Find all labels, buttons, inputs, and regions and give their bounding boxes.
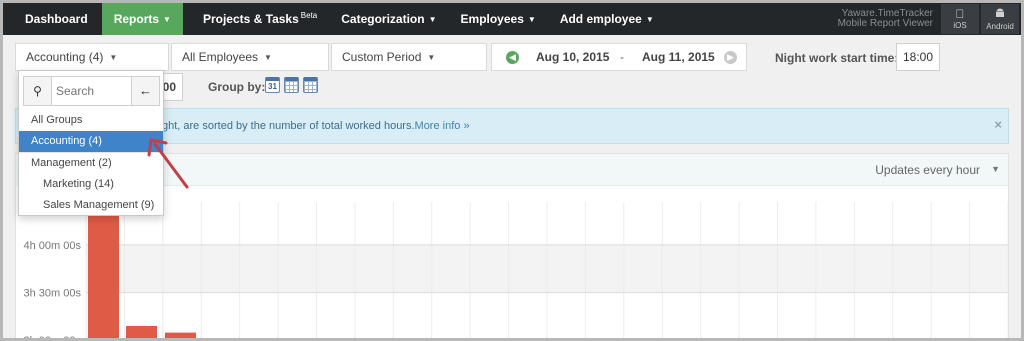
nav-projects-tasks[interactable]: Projects & Tasks Beta <box>183 3 329 35</box>
y-tick-label: 3h 00m 00s <box>24 335 82 341</box>
nav-reports-label: Reports <box>113 12 160 26</box>
next-date-icon[interactable]: ▶ <box>724 51 737 64</box>
calendar-day-icon[interactable]: 31 <box>265 77 280 93</box>
beta-badge: Beta <box>300 10 318 20</box>
group-item-sales-management[interactable]: Sales Management (9) <box>19 195 163 216</box>
night-work-label: Night work start time: <box>775 51 899 65</box>
nav-categorization-label: Categorization <box>341 12 425 26</box>
prev-date-icon[interactable]: ◀ <box>506 51 519 64</box>
group-item-accounting[interactable]: Accounting (4) <box>19 131 163 152</box>
nav-projects-label: Projects & Tasks <box>202 12 299 26</box>
employee-select-value: All Employees <box>182 50 259 64</box>
chevron-down-icon[interactable]: ▼ <box>991 164 1000 174</box>
nav-employees[interactable]: Employees ▼ <box>449 3 548 35</box>
date-to[interactable]: Aug 11, 2015 <box>642 50 715 64</box>
info-message: ght, are sorted by the number of total w… <box>162 120 415 132</box>
ios-label: iOS <box>953 14 967 30</box>
chevron-down-icon: ▼ <box>527 14 536 24</box>
nav-add-employee-label: Add employee <box>559 12 642 26</box>
night-work-time-input[interactable]: 18:00 <box>896 43 940 71</box>
y-tick-label: 3h 30m 00s <box>24 288 82 300</box>
y-tick-label: 4h 00m 00s <box>24 240 82 252</box>
annotation-arrow <box>147 138 189 189</box>
info-text: ght, are sorted by the number of total w… <box>162 120 470 132</box>
chart-bar[interactable] <box>126 325 157 341</box>
apple-icon:  <box>956 8 965 21</box>
group-select[interactable]: Accounting (4) ▼ <box>15 43 169 71</box>
mobile-viewer-text: Yaware.TimeTracker Mobile Report Viewer <box>838 9 933 29</box>
ios-app-button[interactable]:  iOS <box>941 4 979 34</box>
caret-down-icon: ▼ <box>109 52 118 62</box>
period-select[interactable]: Custom Period ▼ <box>331 43 487 71</box>
group-search-box: ⚲ ← <box>23 76 160 106</box>
search-icon[interactable]: ⚲ <box>24 77 52 105</box>
app-frame: Dashboard Reports ▼ Projects & Tasks Bet… <box>0 0 1024 341</box>
date-separator: - <box>620 50 624 64</box>
employee-select[interactable]: All Employees ▼ <box>171 43 329 71</box>
top-navigation: Dashboard Reports ▼ Projects & Tasks Bet… <box>3 3 1021 35</box>
calendar-week-icon[interactable] <box>284 77 299 93</box>
nav-dashboard[interactable]: Dashboard <box>3 3 102 35</box>
worked-hours-chart: 4h 00m 00s 3h 30m 00s 3h 00m 00s <box>24 202 1008 341</box>
chevron-down-icon: ▼ <box>428 14 437 24</box>
group-item-management[interactable]: Management (2) <box>19 153 163 174</box>
chart-bar[interactable] <box>165 332 196 341</box>
chevron-down-icon: ▼ <box>163 14 171 24</box>
chevron-down-icon: ▼ <box>645 14 654 24</box>
nav-categorization[interactable]: Categorization ▼ <box>329 3 448 35</box>
period-select-value: Custom Period <box>342 50 422 64</box>
android-app-button[interactable]: Android <box>981 4 1019 34</box>
group-select-value: Accounting (4) <box>26 50 104 64</box>
date-range-picker: ◀ Aug 10, 2015 - Aug 11, 2015 ▶ <box>491 43 747 71</box>
chart-bar[interactable] <box>88 206 119 341</box>
group-item-all[interactable]: All Groups <box>19 110 163 131</box>
calendar-month-icon[interactable] <box>303 77 318 93</box>
caret-down-icon: ▼ <box>427 52 436 62</box>
nav-reports[interactable]: Reports ▼ <box>101 3 183 35</box>
group-by-label: Group by: <box>208 80 266 94</box>
viewer-line-2: Mobile Report Viewer <box>837 18 933 29</box>
arrow-left-icon[interactable]: ← <box>131 77 159 105</box>
more-info-link[interactable]: More info » <box>415 120 470 132</box>
updates-text: Updates every hour <box>875 163 980 177</box>
android-label: Android <box>986 22 1014 31</box>
group-item-marketing[interactable]: Marketing (14) <box>19 174 163 195</box>
caret-down-icon: ▼ <box>264 52 272 62</box>
date-from[interactable]: Aug 10, 2015 <box>536 50 609 64</box>
mobile-viewer-area: Yaware.TimeTracker Mobile Report Viewer … <box>838 3 1021 35</box>
close-icon[interactable]: × <box>994 117 1002 132</box>
group-search-input[interactable] <box>56 84 130 98</box>
nav-dashboard-label: Dashboard <box>25 12 88 26</box>
nav-add-employee[interactable]: Add employee ▼ <box>548 3 666 35</box>
nav-employees-label: Employees <box>460 12 524 26</box>
android-icon <box>994 7 1006 22</box>
